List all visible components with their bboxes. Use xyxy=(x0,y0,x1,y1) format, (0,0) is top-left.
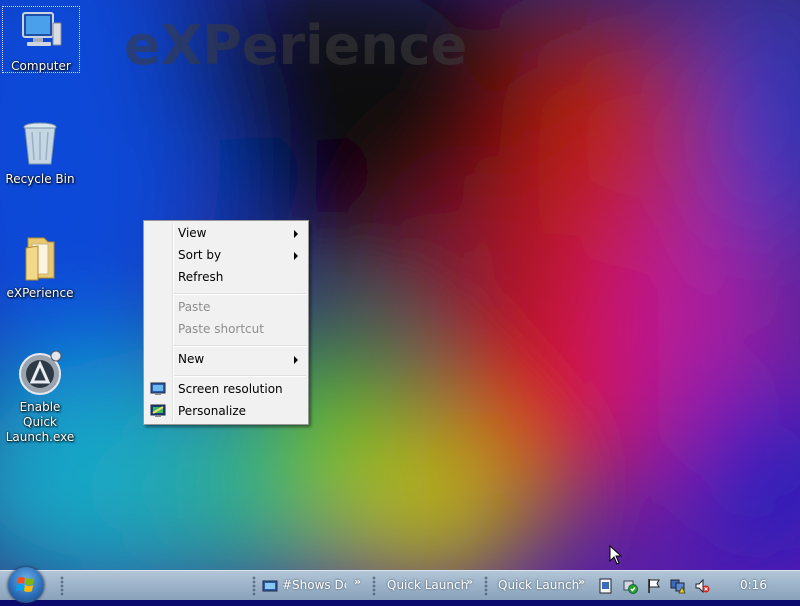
quick-launch-toolbar[interactable]: Quick Launch xyxy=(387,578,468,592)
desktop-context-menu: View Sort by Refresh Paste Paste shortcu… xyxy=(143,220,309,425)
volume-muted-icon[interactable] xyxy=(694,578,710,594)
desktop-icon-recycle-bin[interactable]: Recycle Bin xyxy=(1,120,79,187)
toolbar-grip[interactable] xyxy=(484,576,488,596)
menu-item-refresh[interactable]: Refresh xyxy=(146,267,306,289)
menu-item-label: Paste shortcut xyxy=(178,322,264,336)
toolbar-overflow-chevron[interactable]: » xyxy=(466,575,473,588)
menu-separator xyxy=(174,375,306,377)
toolbar-overflow-chevron[interactable]: » xyxy=(354,575,361,588)
menu-item-label: Refresh xyxy=(178,270,224,284)
desktop-icon-label: Computer xyxy=(11,59,71,73)
taskbar: #Shows Desl » Quick Launch » Quick Launc… xyxy=(0,567,800,603)
menu-item-view[interactable]: View xyxy=(146,223,306,245)
personalize-icon xyxy=(150,403,166,419)
recycle-bin-icon xyxy=(16,120,64,168)
start-button[interactable] xyxy=(8,567,44,603)
notes-icon[interactable] xyxy=(598,578,614,594)
desktop-icon-enable-quick-launch[interactable]: Enable Quick Launch.exe xyxy=(1,348,79,445)
desktop-icon-experience-folder[interactable]: eXPerience xyxy=(1,234,79,301)
toolbar-grip[interactable] xyxy=(252,576,256,596)
menu-item-label: Personalize xyxy=(178,404,247,418)
menu-item-label: Screen resolution xyxy=(178,382,283,396)
menu-item-paste-shortcut[interactable]: Paste shortcut xyxy=(146,319,306,341)
toolbar-grip[interactable] xyxy=(372,576,376,596)
menu-item-label: View xyxy=(178,226,207,240)
app-executable-icon xyxy=(16,348,64,396)
show-desktop-label[interactable]: #Shows Desl xyxy=(282,578,346,592)
menu-item-paste[interactable]: Paste xyxy=(146,297,306,319)
submenu-arrow-icon xyxy=(294,356,298,364)
menu-item-personalize[interactable]: Personalize xyxy=(146,401,306,423)
menu-item-label: New xyxy=(178,352,205,366)
desktop-icon-label: eXPerience xyxy=(6,286,74,300)
action-center-flag-icon[interactable] xyxy=(646,578,662,594)
submenu-arrow-icon xyxy=(294,252,298,260)
show-desktop-icon[interactable] xyxy=(262,578,278,594)
desktop-icon-computer[interactable]: Computer xyxy=(2,6,80,73)
menu-separator xyxy=(174,345,306,347)
system-clock[interactable]: 0:16 xyxy=(740,578,767,592)
watermark-text: eXPerience xyxy=(124,14,468,77)
network-warning-icon[interactable] xyxy=(670,578,686,594)
windows-logo-icon xyxy=(16,577,34,592)
taskbar-grip[interactable] xyxy=(60,576,64,596)
menu-item-screen-resolution[interactable]: Screen resolution xyxy=(146,379,306,401)
menu-item-sort-by[interactable]: Sort by xyxy=(146,245,306,267)
monitor-icon xyxy=(150,381,166,397)
menu-separator xyxy=(174,293,306,295)
computer-icon xyxy=(17,7,65,55)
desktop-wallpaper[interactable]: eXPerience xyxy=(0,0,800,570)
desktop-icon-label: Enable Quick Launch.exe xyxy=(5,400,75,444)
quick-launch-toolbar[interactable]: Quick Launch xyxy=(498,578,579,592)
security-center-icon[interactable] xyxy=(622,578,638,594)
menu-item-new[interactable]: New xyxy=(146,349,306,371)
toolbar-overflow-chevron[interactable]: » xyxy=(578,575,585,588)
menu-item-label: Sort by xyxy=(178,248,222,262)
submenu-arrow-icon xyxy=(294,230,298,238)
wallpaper-gradient xyxy=(0,0,800,570)
mouse-cursor-icon xyxy=(609,544,623,568)
folder-icon xyxy=(16,234,64,282)
desktop-icon-label: Recycle Bin xyxy=(5,172,75,186)
menu-item-label: Paste xyxy=(178,300,211,314)
